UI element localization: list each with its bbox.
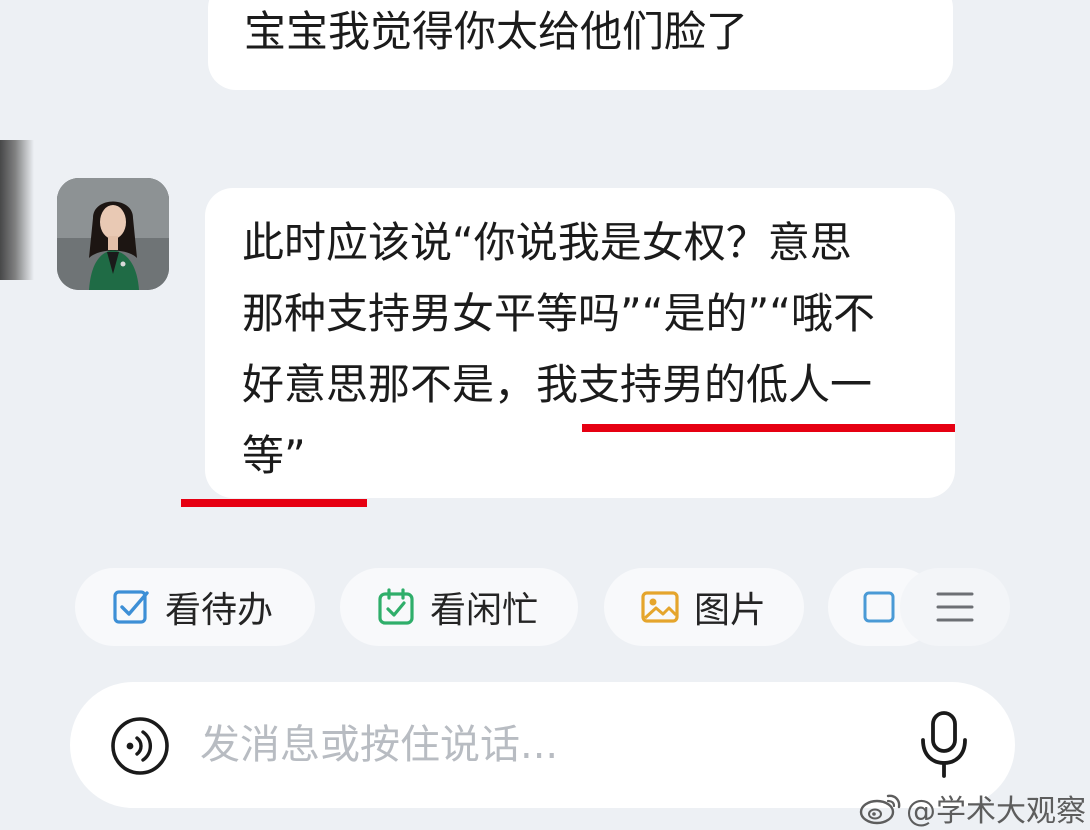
left-edge-shadow (0, 140, 34, 280)
image-icon (641, 591, 679, 623)
partial-chip-icon (863, 591, 895, 623)
quick-action-availability[interactable]: 看闲忙 (340, 568, 578, 646)
menu-icon (936, 592, 974, 622)
user-message-bubble: 宝宝我觉得你太给他们脸了 (208, 0, 953, 90)
weibo-watermark: @学术大观察 (858, 786, 1086, 830)
more-actions-button[interactable] (900, 568, 1010, 646)
assistant-avatar[interactable] (57, 178, 169, 290)
reply-line-2: 那种支持男女平等吗”“是的”“哦不 (242, 289, 876, 338)
todo-checkbox-icon (113, 590, 149, 624)
weibo-logo-icon (859, 794, 901, 825)
microphone-icon[interactable] (918, 710, 970, 780)
watermark-text: @学术大观察 (906, 794, 1086, 829)
red-underline-annotation (181, 499, 367, 507)
quick-action-label: 看闲忙 (430, 590, 539, 631)
reply-line-3: 好意思那不是，我支持男的低人一 (242, 360, 873, 409)
quick-action-label: 看待办 (165, 590, 274, 631)
calendar-check-icon (378, 588, 414, 625)
user-message-text: 宝宝我觉得你太给他们脸了 (244, 7, 749, 56)
quick-action-todo[interactable]: 看待办 (75, 568, 315, 646)
reply-line-4: 等” (242, 431, 306, 480)
assistant-message-bubble: 此时应该说“你说我是女权？意思 那种支持男女平等吗”“是的”“哦不 好意思那不是… (205, 188, 955, 498)
voice-mode-icon[interactable] (110, 716, 170, 776)
reply-line-1: 此时应该说“你说我是女权？意思 (242, 218, 852, 267)
red-underline-annotation (582, 424, 955, 432)
avatar-portrait (57, 178, 169, 290)
quick-action-label: 图片 (694, 590, 767, 631)
message-input-placeholder[interactable]: 发消息或按住说话... (200, 712, 558, 778)
quick-action-image[interactable]: 图片 (604, 568, 804, 646)
